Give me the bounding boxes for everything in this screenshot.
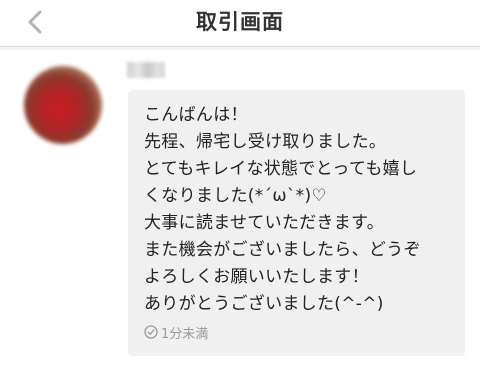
message-bubble: こんばんは！ 先程、帰宅し受け取りました。 とてもキレイな状態でとっても嬉し く… bbox=[128, 90, 465, 356]
message-line: こんばんは！ bbox=[144, 105, 248, 125]
avatar[interactable] bbox=[24, 66, 102, 144]
message-line: 先程、帰宅し受け取りました。 bbox=[144, 132, 387, 152]
message-line: ありがとうございました(^-^) bbox=[144, 294, 384, 314]
page-title: 取引画面 bbox=[196, 10, 284, 34]
message-line: 大事に読ませていただきます。 bbox=[144, 213, 384, 233]
message-line: くなりました(*´ω`*)♡ bbox=[144, 186, 327, 206]
message-timestamp: 1分未満 bbox=[144, 323, 209, 342]
clock-icon bbox=[144, 325, 158, 339]
header-divider bbox=[0, 47, 480, 50]
message-line: また機会がございましたら、どうぞ bbox=[144, 240, 421, 260]
timestamp-text: 1分未満 bbox=[161, 326, 209, 342]
sender-name bbox=[127, 62, 165, 78]
message-line: とてもキレイな状態でとっても嬉し bbox=[144, 159, 418, 179]
message-line: よろしくお願いいたします！ bbox=[144, 267, 369, 287]
header-bar: 取引画面 bbox=[0, 0, 480, 47]
